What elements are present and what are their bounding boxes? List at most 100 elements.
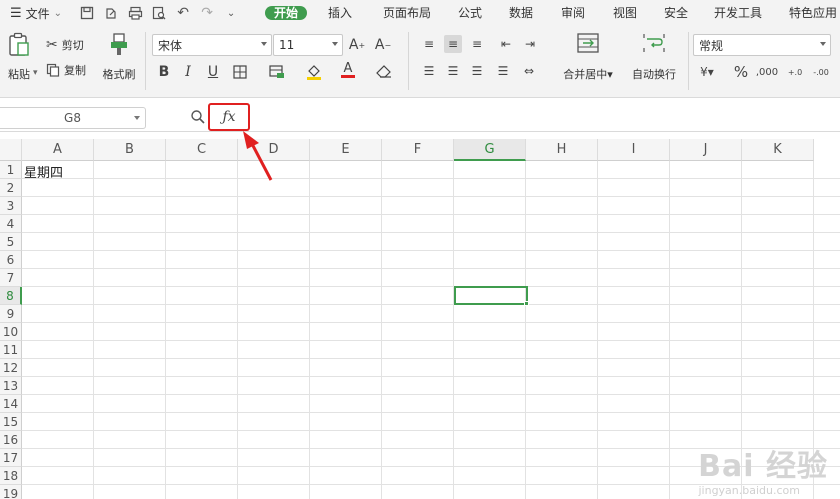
tab-page-layout[interactable]: 页面布局: [373, 6, 441, 20]
column-header-a[interactable]: A: [22, 139, 94, 161]
formula-content[interactable]: [256, 110, 826, 126]
tab-home[interactable]: 开始: [264, 6, 307, 20]
tab-review[interactable]: 审阅: [551, 6, 595, 20]
copy-label: 复制: [64, 64, 86, 77]
format-painter-label: 格式刷: [102, 68, 136, 81]
column-header-f[interactable]: F: [382, 139, 454, 161]
column-header-e[interactable]: E: [310, 139, 382, 161]
decrease-decimal-icon[interactable]: -.00: [812, 63, 830, 81]
bold-icon[interactable]: B: [155, 63, 173, 81]
row-gridline: [22, 286, 840, 287]
row-header-13[interactable]: 13: [0, 377, 22, 395]
cut-label: 剪切: [61, 39, 84, 52]
row-header-10[interactable]: 10: [0, 323, 22, 341]
ribbon-separator: [145, 32, 146, 90]
distribute-icon[interactable]: ⇔: [520, 62, 538, 80]
redo-icon[interactable]: ↷: [198, 4, 216, 22]
column-header-h[interactable]: H: [526, 139, 598, 161]
row-header-12[interactable]: 12: [0, 359, 22, 377]
row-header-19[interactable]: 19: [0, 485, 22, 499]
align-center-icon[interactable]: ☰: [444, 62, 462, 80]
save-icon[interactable]: [78, 4, 96, 22]
thousands-separator-icon[interactable]: ,000: [756, 63, 778, 81]
font-name-value: 宋体: [158, 38, 183, 53]
copy-button[interactable]: 复制: [46, 62, 86, 78]
insert-function-button[interactable]: ƒx: [208, 103, 250, 131]
decrease-indent-icon[interactable]: ⇤: [497, 35, 515, 53]
clear-format-icon[interactable]: [375, 63, 393, 81]
tab-data[interactable]: 数据: [499, 6, 543, 20]
tab-insert[interactable]: 插入: [318, 6, 362, 20]
wrap-text-button[interactable]: 自动换行: [626, 32, 682, 82]
undo-icon[interactable]: ↶: [174, 4, 192, 22]
row-header-14[interactable]: 14: [0, 395, 22, 413]
align-middle-icon[interactable]: ≡: [444, 35, 462, 53]
tab-security[interactable]: 安全: [654, 6, 698, 20]
align-left-icon[interactable]: ☰: [420, 62, 438, 80]
row-gridline: [22, 268, 840, 269]
tab-features[interactable]: 特色应用: [779, 6, 840, 20]
name-box[interactable]: G8: [0, 107, 146, 129]
fill-handle[interactable]: [524, 301, 529, 306]
column-header-b[interactable]: B: [94, 139, 166, 161]
italic-icon[interactable]: I: [179, 63, 197, 81]
increase-indent-icon[interactable]: ⇥: [521, 35, 539, 53]
align-bottom-icon[interactable]: ≡: [468, 35, 486, 53]
cut-button[interactable]: ✂ 剪切: [46, 37, 84, 53]
format-painter-button[interactable]: 格式刷: [100, 32, 138, 82]
row-header-11[interactable]: 11: [0, 341, 22, 359]
row-header-8[interactable]: 8: [0, 287, 22, 305]
align-top-icon[interactable]: ≡: [420, 35, 438, 53]
row-header-3[interactable]: 3: [0, 197, 22, 215]
print-icon[interactable]: [126, 4, 144, 22]
row-header-16[interactable]: 16: [0, 431, 22, 449]
justify-icon[interactable]: ☰: [494, 62, 512, 80]
row-header-4[interactable]: 4: [0, 215, 22, 233]
cell-style-icon[interactable]: [268, 63, 286, 81]
ribbon-separator: [688, 32, 689, 90]
customize-toolbar-icon[interactable]: ⌄: [222, 4, 240, 22]
ribbon-tabs: 开始 插入 页面布局 公式 数据 审阅 视图 安全 开发工具 特色应用: [262, 3, 840, 23]
column-header-j[interactable]: J: [670, 139, 742, 161]
align-right-icon[interactable]: ☰: [468, 62, 486, 80]
row-header-1[interactable]: 1: [0, 161, 22, 179]
fill-color-icon[interactable]: [305, 63, 323, 81]
cell-a1[interactable]: 星期四: [24, 162, 63, 181]
currency-icon[interactable]: ¥▾: [698, 63, 716, 81]
borders-icon[interactable]: [231, 63, 249, 81]
paste-button[interactable]: 粘贴: [2, 32, 36, 82]
column-header-c[interactable]: C: [166, 139, 238, 161]
select-all-corner[interactable]: [0, 139, 22, 161]
font-color-icon[interactable]: A: [339, 61, 357, 79]
row-header-17[interactable]: 17: [0, 449, 22, 467]
print-preview-icon[interactable]: [150, 4, 168, 22]
merge-center-button[interactable]: 合并居中▾: [558, 32, 618, 82]
font-name-select[interactable]: 宋体: [152, 34, 272, 56]
tab-view[interactable]: 视图: [603, 6, 647, 20]
increase-font-icon[interactable]: A +: [348, 36, 366, 54]
row-header-7[interactable]: 7: [0, 269, 22, 287]
column-header-k[interactable]: K: [742, 139, 814, 161]
file-menu[interactable]: ☰ 文件 ⌄: [6, 3, 66, 23]
row-header-9[interactable]: 9: [0, 305, 22, 323]
number-format-select[interactable]: 常规: [693, 34, 831, 56]
row-header-5[interactable]: 5: [0, 233, 22, 251]
column-header-g[interactable]: G: [454, 139, 526, 161]
tab-developer[interactable]: 开发工具: [704, 6, 772, 20]
decrease-font-icon[interactable]: A −: [374, 36, 392, 54]
export-icon[interactable]: [102, 4, 120, 22]
underline-icon[interactable]: U: [204, 63, 222, 81]
font-size-value: 11: [279, 38, 295, 52]
row-header-2[interactable]: 2: [0, 179, 22, 197]
column-header-i[interactable]: I: [598, 139, 670, 161]
row-header-6[interactable]: 6: [0, 251, 22, 269]
paste-dropdown-icon[interactable]: ▾: [33, 68, 38, 78]
increase-decimal-icon[interactable]: +.0: [786, 63, 804, 81]
row-header-18[interactable]: 18: [0, 467, 22, 485]
font-size-select[interactable]: 11: [273, 34, 343, 56]
tab-formulas[interactable]: 公式: [448, 6, 492, 20]
active-cell-g8[interactable]: [454, 286, 528, 305]
zoom-search-icon[interactable]: [190, 109, 206, 125]
row-header-15[interactable]: 15: [0, 413, 22, 431]
percent-icon[interactable]: %: [732, 63, 750, 81]
